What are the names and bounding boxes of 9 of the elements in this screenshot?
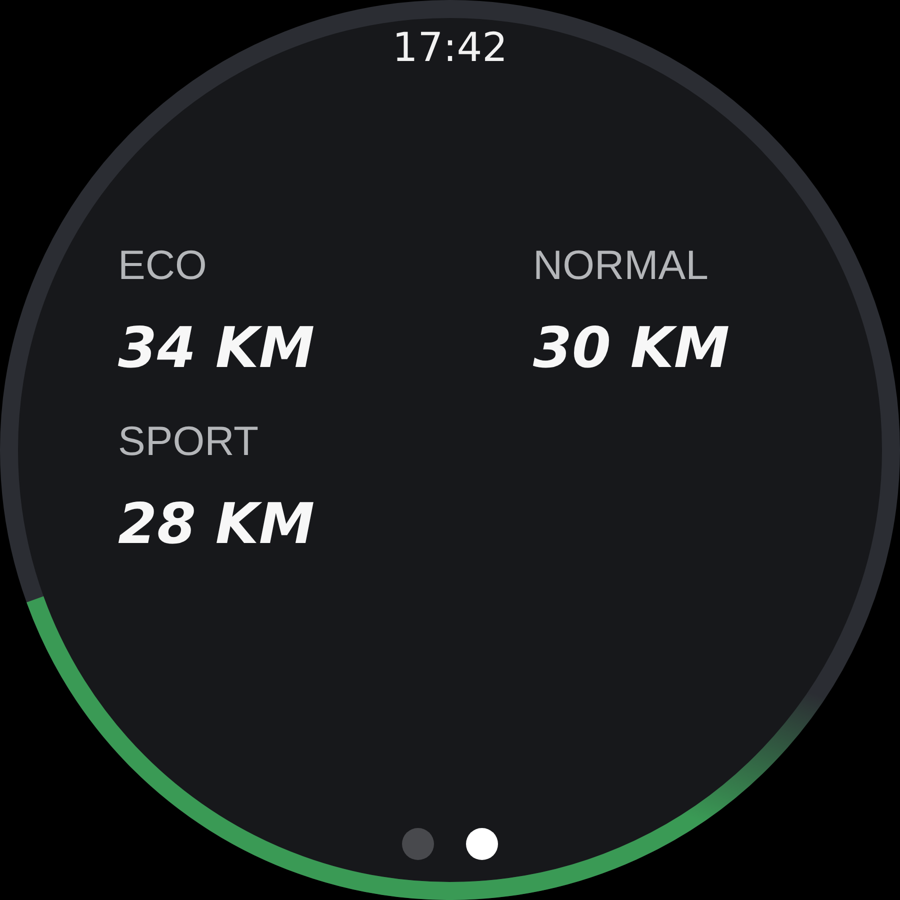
mode-label: SPORT [118,418,260,464]
status-time: 17:42 [392,24,508,72]
mode-label: ECO [118,242,208,288]
page-dot[interactable] [466,828,498,860]
range-value: 34 KM [118,316,316,382]
range-value: 28 KM [118,492,316,558]
page-dot[interactable] [402,828,434,860]
mode-label: NORMAL [533,242,710,288]
range-value: 30 KM [533,316,731,382]
